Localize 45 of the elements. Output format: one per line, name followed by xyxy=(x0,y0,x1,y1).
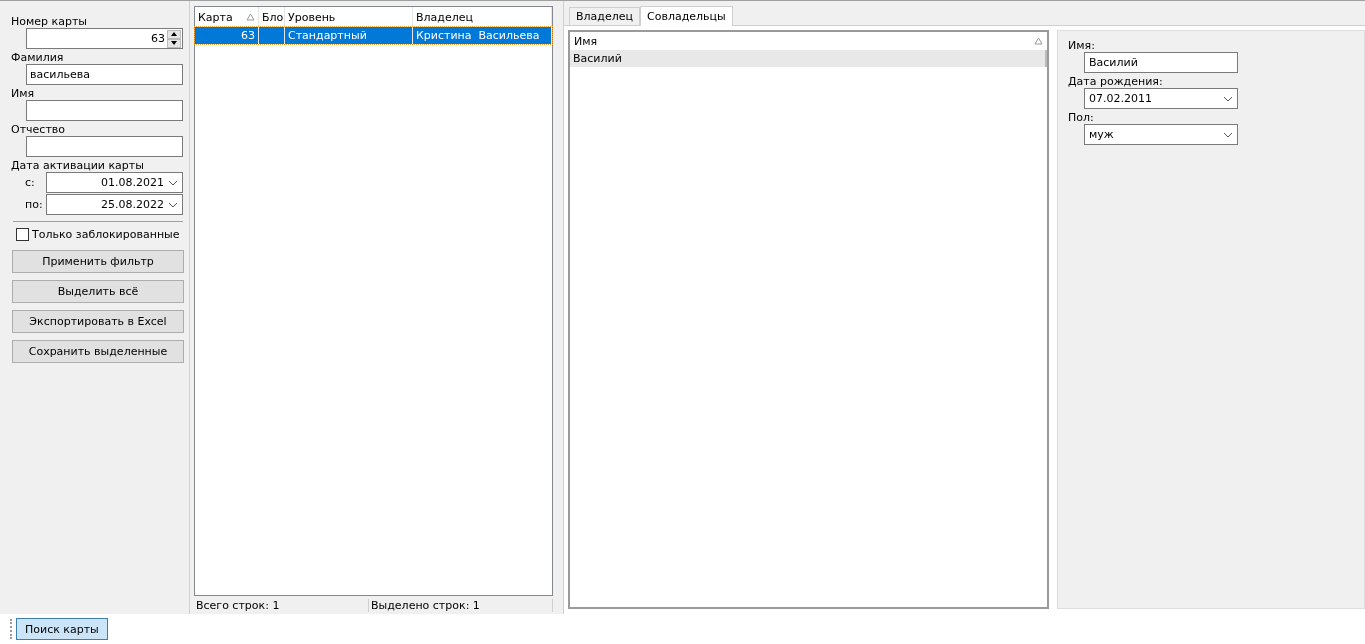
dropdown[interactable]: 07.02.2011 xyxy=(1084,88,1238,109)
field-label: Отчество xyxy=(11,123,66,136)
field-label: Дата активации карты xyxy=(11,159,145,172)
checkbox[interactable] xyxy=(16,228,29,241)
taskbar-button[interactable]: Поиск карты xyxy=(16,618,108,640)
spin-up-icon[interactable] xyxy=(167,29,181,39)
field-label: Номер карты xyxy=(11,15,88,28)
dropdown[interactable]: муж xyxy=(1084,124,1238,145)
field-label: с: xyxy=(24,176,36,189)
input-field[interactable] xyxy=(26,136,183,157)
action-button[interactable]: Экспортировать в Excel xyxy=(12,310,184,333)
date-picker[interactable]: 01.08.2021 xyxy=(46,172,183,193)
status-text: Выделено строк: 1 xyxy=(369,598,553,612)
action-button[interactable]: Применить фильтр xyxy=(12,250,184,273)
field-label: Фамилия xyxy=(11,51,65,64)
date-picker[interactable]: 25.08.2022 xyxy=(46,194,183,215)
sort-triangle-icon xyxy=(1034,37,1043,45)
chevron-down-icon xyxy=(168,179,178,186)
chevron-down-icon xyxy=(1223,131,1233,138)
table-cell: 63 xyxy=(241,29,255,42)
input-field[interactable]: васильева xyxy=(26,64,183,85)
table-cell: Кристина Васильева xyxy=(416,29,540,42)
action-button[interactable]: Сохранить выделенные xyxy=(12,340,184,363)
table-row[interactable]: 63 Стандартный Кристина Васильева xyxy=(195,27,552,44)
spin-down-icon[interactable] xyxy=(167,38,181,48)
table-cell: Стандартный xyxy=(288,29,367,42)
input-field[interactable]: Василий xyxy=(1084,52,1238,73)
field-label: Пол: xyxy=(1068,111,1094,124)
checkbox-label: Только заблокированные xyxy=(32,228,180,241)
chevron-down-icon xyxy=(168,201,178,208)
action-button[interactable]: Выделить всё xyxy=(12,280,184,303)
field-label: Дата рождения: xyxy=(1068,75,1163,88)
field-value: 63 xyxy=(151,32,165,45)
field-label: по: xyxy=(24,198,44,211)
input-field[interactable] xyxy=(26,100,183,121)
field-label: Имя xyxy=(11,87,36,100)
list-row[interactable]: Василий xyxy=(570,50,1047,67)
tab[interactable]: Совладельцы xyxy=(640,6,733,26)
tab[interactable]: Владелец xyxy=(569,7,640,25)
status-text: Всего строк: 1 xyxy=(194,598,369,612)
chevron-down-icon xyxy=(1223,95,1233,102)
field-label: Имя: xyxy=(1068,39,1095,52)
sort-triangle-icon xyxy=(246,13,255,21)
column-header[interactable]: Имя xyxy=(570,32,1047,50)
number-spinner[interactable]: 63 xyxy=(26,28,183,49)
